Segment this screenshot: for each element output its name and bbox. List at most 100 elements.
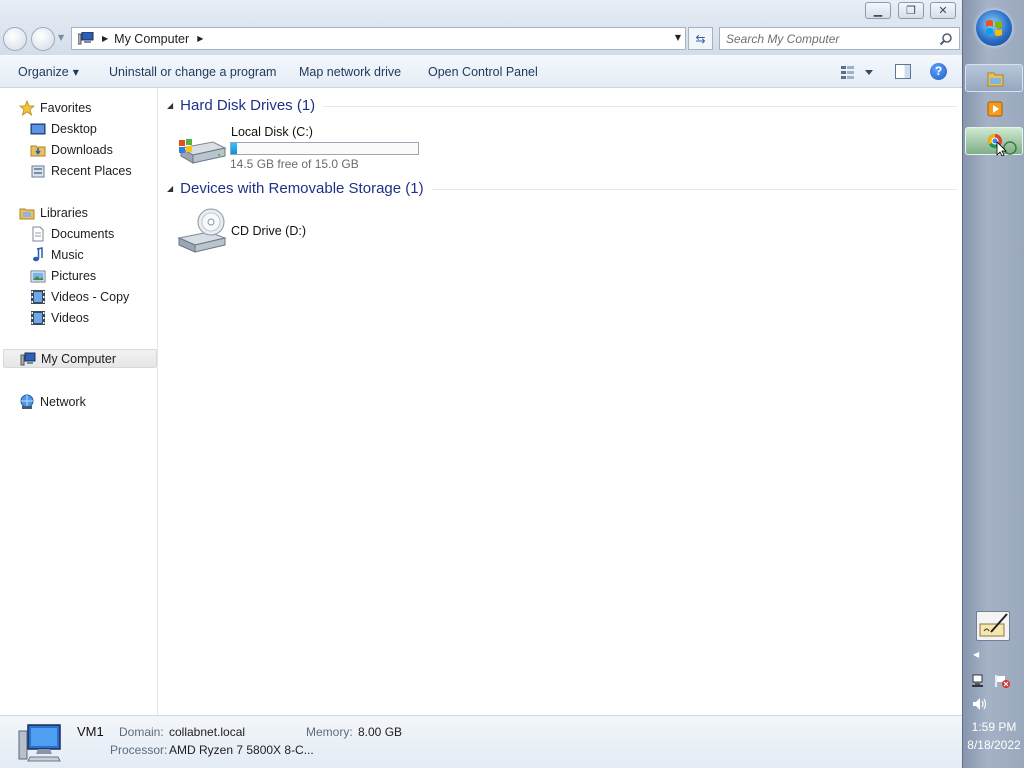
- domain-label: Domain:: [119, 725, 164, 739]
- nav-label: Network: [40, 394, 86, 409]
- help-icon[interactable]: ?: [930, 63, 947, 80]
- collapse-arrow-icon[interactable]: ◢: [167, 184, 173, 193]
- show-hidden-icons-arrow-icon[interactable]: ◀: [973, 650, 979, 659]
- change-view-button[interactable]: [840, 64, 874, 80]
- nav-recent-places[interactable]: Recent Places: [30, 161, 132, 180]
- group-header-removable-storage[interactable]: ◢ Devices with Removable Storage (1): [167, 180, 957, 197]
- close-icon: ✕: [938, 4, 948, 17]
- hard-drive-icon: [177, 128, 227, 168]
- disk-usage-bar: [230, 142, 419, 155]
- address-bar[interactable]: ▶ My Computer ▶ ▼: [71, 27, 686, 50]
- memory-value: 8.00 GB: [358, 725, 403, 739]
- libraries-icon: [19, 205, 35, 221]
- search-box[interactable]: [719, 27, 960, 50]
- nav-label: Videos - Copy: [51, 289, 130, 304]
- restore-button[interactable]: ❐: [898, 2, 924, 19]
- cd-drive-icon: [177, 208, 227, 256]
- start-button[interactable]: [976, 10, 1012, 46]
- nav-label: Videos: [51, 310, 89, 325]
- minimize-icon: ▁: [873, 4, 883, 17]
- group-title: Devices with Removable Storage (1): [180, 180, 424, 197]
- drive-name: Local Disk (C:): [231, 125, 313, 139]
- address-row: ▼ ▶ My Computer ▶ ▼ ⇆: [0, 23, 962, 55]
- search-icon[interactable]: [939, 32, 953, 46]
- memory-label: Memory:: [306, 725, 353, 739]
- nav-pictures[interactable]: Pictures: [30, 266, 96, 285]
- volume-icon[interactable]: [972, 697, 988, 711]
- refresh-icon: ⇆: [695, 31, 706, 46]
- nav-videos[interactable]: Videos: [30, 308, 89, 327]
- network-icon: [19, 394, 35, 410]
- back-button[interactable]: [3, 27, 27, 51]
- breadcrumb-arrow-icon[interactable]: ▶: [102, 34, 108, 43]
- nav-music[interactable]: Music: [30, 245, 84, 264]
- group-divider: [323, 106, 957, 107]
- group-divider: [431, 189, 957, 190]
- drive-item-local-disk-c[interactable]: Local Disk (C:) 14.5 GB free of 15.0 GB: [177, 122, 437, 174]
- processor-label: Processor:: [110, 743, 168, 757]
- computer-name: VM1: [77, 724, 104, 739]
- close-button[interactable]: ✕: [930, 2, 956, 19]
- nav-label: Documents: [51, 226, 115, 241]
- taskbar-chrome-button[interactable]: [965, 127, 1023, 157]
- explorer-window: ▁ ❐ ✕ ▼ ▶ My Computer ▶ ▼ ⇆ Organize▼ Un…: [0, 0, 962, 768]
- taskbar: ◀ 1:59 PM 8/18/2022: [962, 0, 1024, 768]
- chrome-icon: [988, 134, 1017, 157]
- computer-icon: [18, 721, 62, 763]
- explorer-folder-icon: [987, 72, 1004, 87]
- details-pane: VM1 Domain: collabnet.local Memory: 8.00…: [0, 715, 962, 768]
- clock-date[interactable]: 8/18/2022: [963, 738, 1024, 752]
- media-player-icon: [987, 101, 1003, 117]
- nav-label: Recent Places: [51, 163, 132, 178]
- taskbar-explorer-button[interactable]: [965, 64, 1023, 92]
- nav-libraries[interactable]: Libraries: [19, 203, 88, 222]
- recent-places-icon: [30, 163, 46, 179]
- navigation-pane: Favorites Desktop Downloads Recent Place…: [0, 88, 158, 715]
- nav-documents[interactable]: Documents: [30, 224, 114, 243]
- nav-videos-copy[interactable]: Videos - Copy: [30, 287, 129, 306]
- downloads-folder-icon: [30, 142, 46, 158]
- drive-free-space: 14.5 GB free of 15.0 GB: [230, 157, 359, 171]
- nav-label: Favorites: [40, 100, 92, 115]
- disk-usage-fill: [231, 143, 238, 154]
- collapse-arrow-icon[interactable]: ◢: [167, 101, 173, 110]
- drive-item-cd-drive-d[interactable]: CD Drive (D:): [177, 208, 377, 258]
- preview-pane-button[interactable]: [895, 64, 911, 79]
- uninstall-program-button[interactable]: Uninstall or change a program: [109, 65, 276, 79]
- minimize-button[interactable]: ▁: [865, 2, 891, 19]
- breadcrumb-location[interactable]: My Computer: [114, 32, 189, 46]
- taskbar-media-player-button[interactable]: [965, 95, 1023, 123]
- breadcrumb-arrow-icon[interactable]: ▶: [197, 34, 203, 43]
- nav-label: Libraries: [40, 205, 88, 220]
- search-input[interactable]: [726, 31, 936, 46]
- clock-time[interactable]: 1:59 PM: [963, 720, 1024, 734]
- domain-value: collabnet.local: [169, 725, 246, 739]
- network-tray-icon[interactable]: [972, 674, 987, 688]
- action-center-flag-icon[interactable]: [995, 674, 1010, 688]
- nav-label: My Computer: [41, 351, 117, 366]
- desktop-icon: [30, 121, 46, 137]
- restore-icon: ❐: [906, 4, 916, 17]
- content-area: ◢ Hard Disk Drives (1) Local Disk (C:) 1…: [159, 88, 962, 715]
- nav-network[interactable]: Network: [19, 392, 86, 411]
- command-bar: Organize ▼ Uninstall or change a program …: [0, 55, 962, 88]
- open-control-panel-button[interactable]: Open Control Panel: [428, 65, 538, 79]
- pen-icon: [979, 613, 1008, 637]
- nav-desktop[interactable]: Desktop: [30, 119, 97, 138]
- address-history-chevron-down-icon[interactable]: ▼: [675, 33, 681, 42]
- nav-my-computer[interactable]: My Computer: [3, 349, 157, 368]
- organize-button[interactable]: Organize ▼: [18, 65, 79, 79]
- group-title: Hard Disk Drives (1): [180, 97, 316, 114]
- nav-downloads[interactable]: Downloads: [30, 140, 113, 159]
- refresh-button[interactable]: ⇆: [688, 27, 713, 50]
- group-header-hard-disk-drives[interactable]: ◢ Hard Disk Drives (1): [167, 97, 957, 114]
- windows-logo-icon: [986, 20, 1002, 36]
- nav-label: Downloads: [51, 142, 113, 157]
- video-film-icon: [30, 310, 46, 326]
- nav-favorites[interactable]: Favorites: [18, 98, 92, 117]
- map-network-drive-button[interactable]: Map network drive: [299, 65, 401, 79]
- forward-button[interactable]: [31, 27, 55, 51]
- tablet-input-panel-button[interactable]: [976, 611, 1010, 641]
- recent-pages-chevron-down-icon[interactable]: ▼: [58, 33, 64, 42]
- chevron-down-icon: ▼: [72, 68, 79, 77]
